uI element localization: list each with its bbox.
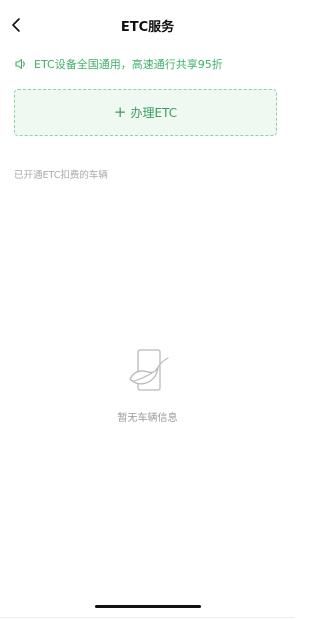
bottom-divider xyxy=(0,617,295,618)
vehicles-section-label: 已开通ETC扣费的车辆 xyxy=(14,170,108,181)
promo-notice: ETC设备全国通用，高速通行共享95折 xyxy=(14,56,223,72)
etc-service-screen: ETC服务 ETC设备全国通用，高速通行共享95折 + 办理ETC 已开通ETC… xyxy=(0,0,295,620)
apply-etc-button[interactable]: + 办理ETC xyxy=(14,89,277,136)
promo-notice-text: ETC设备全国通用，高速通行共享95折 xyxy=(34,58,223,71)
empty-document-leaf-icon xyxy=(128,349,169,391)
empty-state: 暂无车辆信息 xyxy=(0,346,295,424)
speaker-icon xyxy=(14,57,28,71)
navigation-bar: ETC服务 xyxy=(0,0,295,50)
empty-state-text: 暂无车辆信息 xyxy=(117,413,178,424)
apply-etc-label: 办理ETC xyxy=(130,106,178,120)
plus-icon: + xyxy=(113,103,127,121)
page-title: ETC服务 xyxy=(120,20,175,35)
home-indicator[interactable] xyxy=(95,605,201,608)
